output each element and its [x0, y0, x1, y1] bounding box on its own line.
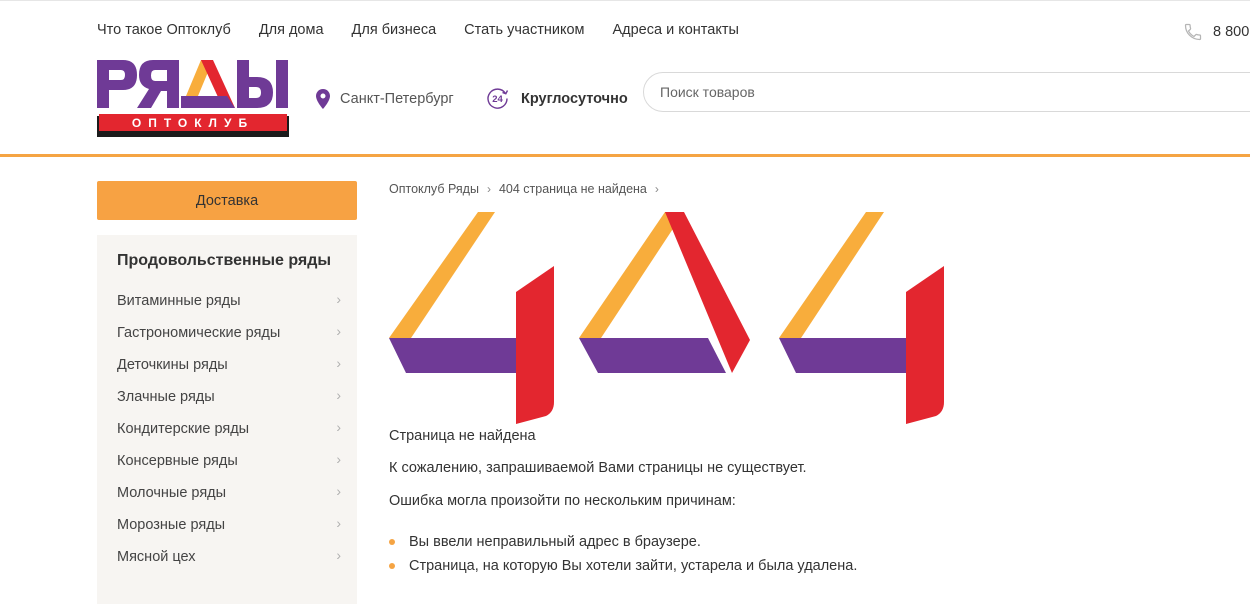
- catalog-item[interactable]: Морозные ряды ›: [117, 509, 341, 541]
- reason-text: Страница, на которую Вы хотели зайти, ус…: [409, 558, 858, 574]
- catalog-item[interactable]: Деточкины ряды ›: [117, 349, 341, 381]
- digit-4-stem: [516, 266, 554, 424]
- logo-letter-ya: [137, 60, 179, 108]
- digit-0-left: [579, 212, 684, 338]
- list-item: Страница, на которую Вы хотели зайти, ус…: [389, 557, 857, 581]
- city-selector[interactable]: Санкт-Петербург: [316, 89, 454, 109]
- digit-4-crossbar: [389, 338, 518, 373]
- catalog-item-label: Морозные ряды: [117, 517, 226, 533]
- logo-letter-y-bar: [276, 60, 288, 108]
- chevron-right-icon: ›: [336, 291, 341, 307]
- catalog-item-label: Консервные ряды: [117, 453, 238, 469]
- error-title: Страница не найдена: [389, 428, 536, 444]
- chevron-right-icon: ›: [336, 323, 341, 339]
- header-divider: [0, 154, 1250, 157]
- logo[interactable]: ОПТОКЛУБ: [97, 60, 289, 137]
- city-name: Санкт-Петербург: [340, 91, 454, 107]
- digit-0-base: [579, 338, 726, 373]
- chevron-right-icon: ›: [336, 419, 341, 435]
- clock-badge: 24: [492, 94, 503, 105]
- list-item: Вы ввели неправильный адрес в браузере.: [389, 533, 857, 557]
- digit-4b-crossbar: [779, 338, 908, 373]
- catalog-item[interactable]: Молочные ряды ›: [117, 477, 341, 509]
- working-hours: 24 Круглосуточно: [486, 87, 628, 110]
- breadcrumb-current: 404 страница не найдена: [498, 182, 647, 196]
- catalog-item-label: Злачные ряды: [117, 389, 215, 405]
- nav-link-business[interactable]: Для бизнеса: [352, 22, 437, 38]
- catalog-item-label: Молочные ряды: [117, 485, 227, 501]
- chevron-right-icon: ›: [486, 182, 491, 196]
- chevron-right-icon: ›: [336, 355, 341, 371]
- delivery-button[interactable]: Доставка: [97, 181, 357, 220]
- top-border: [0, 0, 1250, 3]
- bullet-icon: [389, 563, 395, 569]
- chevron-right-icon: ›: [336, 515, 341, 531]
- catalog-item-label: Гастрономические ряды: [117, 325, 281, 341]
- bullet-icon: [389, 539, 395, 545]
- search-input[interactable]: [643, 72, 1250, 112]
- top-nav: Что такое Оптоклуб Для дома Для бизнеса …: [97, 22, 767, 38]
- catalog-item[interactable]: Мясной цех ›: [117, 541, 341, 573]
- breadcrumb-link-home[interactable]: Оптоклуб Ряды: [389, 182, 479, 196]
- catalog-item[interactable]: Злачные ряды ›: [117, 381, 341, 413]
- error-reasons-intro: Ошибка могла произойти по нескольким при…: [389, 493, 736, 509]
- logo-letter-y: [237, 60, 273, 108]
- digit-4-diagonal: [389, 212, 495, 338]
- breadcrumb: Оптоклуб Ряды › 404 страница не найдена …: [389, 182, 659, 196]
- logo-letter-r: [97, 60, 137, 108]
- phone-number: 8 800: [1213, 24, 1250, 40]
- catalog-item-label: Деточкины ряды: [117, 357, 228, 373]
- chevron-right-icon: ›: [336, 387, 341, 403]
- logo-triangle-base: [181, 96, 235, 108]
- phone-link[interactable]: 8 800: [1183, 22, 1249, 42]
- error-reasons-list: Вы ввели неправильный адрес в браузере. …: [389, 533, 857, 581]
- catalog-item[interactable]: Витаминные ряды ›: [117, 285, 341, 317]
- catalog-item-label: Кондитерские ряды: [117, 421, 250, 437]
- clock-24-icon: 24: [487, 88, 509, 109]
- digit-4b-stem: [906, 266, 944, 424]
- catalog-menu: Продовольственные ряды Витаминные ряды › …: [97, 235, 357, 604]
- hours-label: Круглосуточно: [521, 90, 628, 107]
- nav-link-home[interactable]: Для дома: [259, 22, 324, 38]
- phone-icon: [1184, 23, 1202, 41]
- digit-4b-diagonal: [779, 212, 884, 338]
- chevron-right-icon: ›: [336, 451, 341, 467]
- nav-link-about[interactable]: Что такое Оптоклуб: [97, 22, 231, 38]
- nav-link-join[interactable]: Стать участником: [464, 22, 584, 38]
- catalog-item-label: Витаминные ряды: [117, 293, 241, 309]
- location-pin-icon: [316, 89, 330, 109]
- nav-link-contacts[interactable]: Адреса и контакты: [612, 22, 738, 38]
- error-404-graphic: [389, 212, 944, 424]
- chevron-right-icon: ›: [336, 483, 341, 499]
- chevron-right-icon: ›: [654, 182, 659, 196]
- catalog-title: Продовольственные ряды: [117, 252, 332, 269]
- catalog-item[interactable]: Кондитерские ряды ›: [117, 413, 341, 445]
- logo-sub-text: ОПТОКЛУБ: [132, 116, 254, 130]
- catalog-item-label: Мясной цех: [117, 549, 196, 565]
- error-message: К сожалению, запрашиваемой Вами страницы…: [389, 460, 807, 476]
- reason-text: Вы ввели неправильный адрес в браузере.: [409, 534, 701, 550]
- catalog-item[interactable]: Консервные ряды ›: [117, 445, 341, 477]
- chevron-right-icon: ›: [336, 547, 341, 563]
- catalog-item[interactable]: Гастрономические ряды ›: [117, 317, 341, 349]
